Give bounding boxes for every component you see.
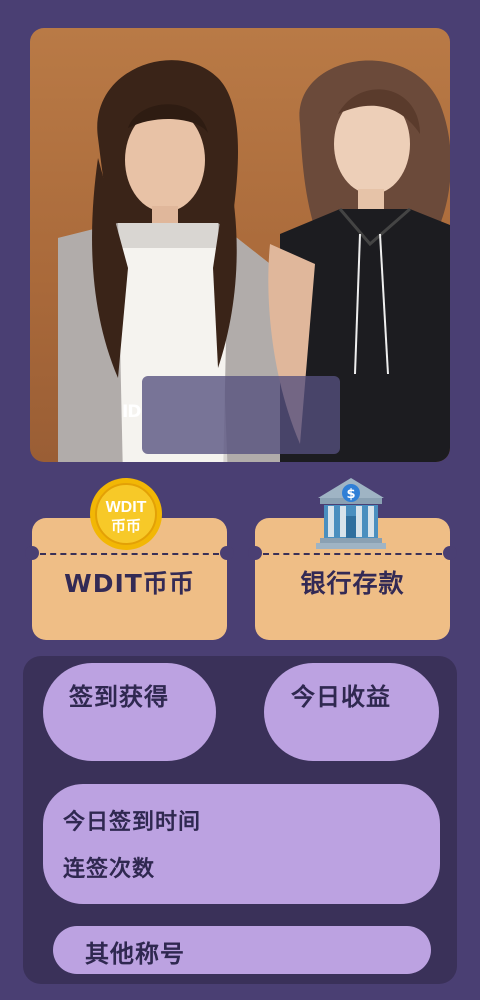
ticket-notch	[220, 546, 234, 560]
bank-card-label: 银行存款	[300, 569, 405, 598]
coin-icon-text-2: 币币	[111, 517, 141, 535]
sign-reward-pill[interactable]: 签到获得	[43, 663, 216, 761]
streak-label: 连签次数	[63, 857, 156, 882]
sign-info-pill[interactable]: 今日签到时间 连签次数	[43, 784, 440, 904]
id-label: ID	[122, 402, 141, 422]
ticket-divider	[40, 553, 219, 555]
other-titles-label: 其他称号	[85, 940, 185, 968]
ticket-notch	[248, 546, 262, 560]
other-titles-pill[interactable]: 其他称号	[53, 926, 431, 974]
coin-icon: WDIT 币币	[90, 478, 162, 550]
today-sign-time-label: 今日签到时间	[63, 810, 202, 835]
today-income-pill[interactable]: 今日收益	[264, 663, 439, 761]
today-income-label: 今日收益	[291, 683, 391, 711]
bank-icon: $	[316, 478, 386, 549]
ticket-notch	[25, 546, 39, 560]
profile-photo[interactable]	[30, 28, 450, 462]
sign-reward-label: 签到获得	[69, 683, 169, 711]
dollar-icon: $	[346, 487, 355, 502]
ticket-notch	[443, 546, 457, 560]
ticket-divider	[263, 553, 442, 555]
id-overlay-box	[142, 376, 340, 454]
coin-icon-text: WDIT	[106, 499, 147, 516]
coin-card-label: WDIT币币	[64, 569, 195, 598]
